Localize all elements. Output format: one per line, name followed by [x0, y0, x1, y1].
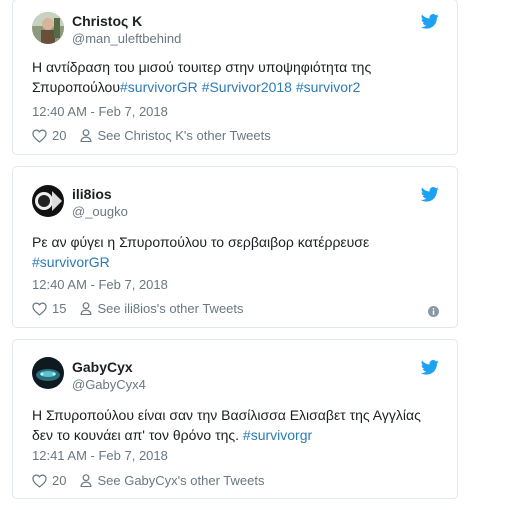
hashtag-link[interactable]: #survivorgr — [243, 427, 312, 443]
tweet-text-body: Η Σπυροπούλου είναι σαν την Βασίλισσα Ελ… — [32, 407, 421, 443]
see-other-tweets-link[interactable]: See ili8ios's other Tweets — [97, 301, 243, 316]
tweet-text: Η Σπυροπούλου είναι σαν την Βασίλισσα Ελ… — [32, 405, 442, 445]
avatar[interactable] — [32, 185, 64, 217]
tweet-timestamp[interactable]: 12:40 AM - Feb 7, 2018 — [32, 104, 168, 119]
tweet-actions: 15 See ili8ios's other Tweets — [32, 301, 244, 316]
author-handle[interactable]: @GabyCyx4 — [72, 377, 146, 392]
hashtag-link[interactable]: #survivor2 — [296, 79, 361, 95]
tweet-text: Η αντίδραση του μισού τουιτερ στην υποψη… — [32, 57, 432, 97]
author-name[interactable]: GabyCyx — [72, 359, 133, 375]
tweet-card: ili8ios @_ougko Ρε αν φύγει η Σπυροπούλο… — [12, 166, 458, 328]
hashtag-link[interactable]: #survivorGR — [32, 254, 110, 270]
avatar[interactable] — [32, 357, 64, 389]
tweet-text: Ρε αν φύγει η Σπυροπούλου το σερβαιβορ κ… — [32, 232, 432, 272]
tweet-actions: 20 See GabyCyx's other Tweets — [32, 473, 264, 488]
author-handle[interactable]: @man_uleftbehind — [72, 31, 181, 46]
tweet-text-body: Ρε αν φύγει η Σπυροπούλου το σερβαιβορ κ… — [32, 234, 370, 250]
author-name[interactable]: Christoς K — [72, 13, 142, 29]
author-name[interactable]: ili8ios — [72, 186, 112, 202]
like-count[interactable]: 20 — [52, 128, 66, 143]
twitter-bird-icon[interactable] — [421, 360, 439, 375]
like-count[interactable]: 15 — [52, 301, 66, 316]
twitter-bird-icon[interactable] — [421, 14, 439, 29]
person-icon — [80, 129, 92, 142]
person-icon — [80, 474, 92, 487]
avatar-photo-icon — [32, 185, 64, 217]
hashtag-link[interactable]: #Survivor2018 — [202, 79, 292, 95]
heart-icon[interactable] — [32, 128, 47, 143]
heart-icon[interactable] — [32, 473, 47, 488]
tweet-timestamp[interactable]: 12:41 AM - Feb 7, 2018 — [32, 448, 168, 463]
tweet-card: GabyCyx @GabyCyx4 Η Σπυροπούλου είναι σα… — [12, 339, 458, 499]
tweet-timestamp[interactable]: 12:40 AM - Feb 7, 2018 — [32, 277, 168, 292]
tweet-actions: 20 See Christoς K's other Tweets — [32, 128, 271, 143]
see-other-tweets-link[interactable]: See Christoς K's other Tweets — [97, 128, 270, 143]
info-icon[interactable] — [428, 306, 439, 317]
person-icon — [80, 302, 92, 315]
heart-icon[interactable] — [32, 301, 47, 316]
like-count[interactable]: 20 — [52, 473, 66, 488]
avatar[interactable] — [32, 12, 64, 44]
author-handle[interactable]: @_ougko — [72, 204, 128, 219]
see-other-tweets-link[interactable]: See GabyCyx's other Tweets — [97, 473, 264, 488]
avatar-photo-icon — [32, 12, 64, 44]
tweet-card: Christoς K @man_uleftbehind Η αντίδραση … — [12, 0, 458, 155]
avatar-photo-icon — [32, 357, 64, 389]
twitter-bird-icon[interactable] — [421, 187, 439, 202]
hashtag-link[interactable]: #survivorGR — [120, 79, 198, 95]
